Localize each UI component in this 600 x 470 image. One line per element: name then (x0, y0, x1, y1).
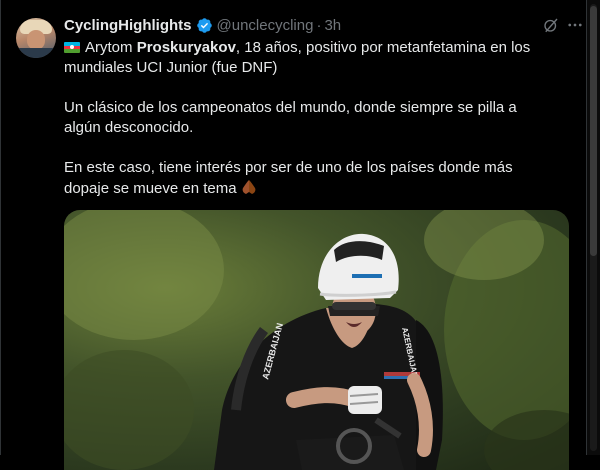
avatar-shirt (16, 48, 56, 58)
timeline-border-left (0, 0, 1, 455)
tweet-header: CyclingHighlights @unclecycling · 3h (64, 14, 582, 36)
text-paragraph-3: En este caso, tiene interés por ser de u… (64, 159, 513, 197)
more-options-icon[interactable] (566, 16, 584, 34)
tweet-media-image[interactable]: AZERBAIJAN AZERBAIJAN (64, 210, 569, 470)
timestamp[interactable]: 3h (324, 17, 341, 34)
handle[interactable]: @unclecycling (217, 17, 314, 34)
azerbaijan-flag-icon (64, 42, 80, 53)
tweet-paragraph-1: Arytom Proskuryakov, 18 años, positivo p… (64, 38, 554, 78)
folded-hands-icon (242, 180, 255, 194)
tweet-paragraph-2: Un clásico de los campeonatos del mundo,… (64, 99, 517, 136)
tweet-content: CyclingHighlights @unclecycling · 3h Ary… (64, 14, 582, 219)
tweet-text: Arytom Proskuryakov, 18 años, positivo p… (64, 38, 554, 199)
text-line1-before: Arytom (85, 39, 137, 56)
scrollbar-thumb[interactable] (590, 6, 597, 256)
text-line1-name: Proskuryakov (136, 39, 236, 56)
scrollbar[interactable] (587, 0, 600, 455)
grok-icon[interactable] (542, 16, 560, 34)
tweet-paragraph-3: En este caso, tiene interés por ser de u… (64, 158, 554, 199)
separator: · (316, 16, 322, 34)
verified-badge-icon (196, 17, 212, 33)
avatar[interactable] (16, 18, 56, 58)
avatar-face (27, 30, 45, 50)
display-name[interactable]: CyclingHighlights (64, 17, 192, 34)
cyclist-photo: AZERBAIJAN AZERBAIJAN (64, 210, 569, 470)
